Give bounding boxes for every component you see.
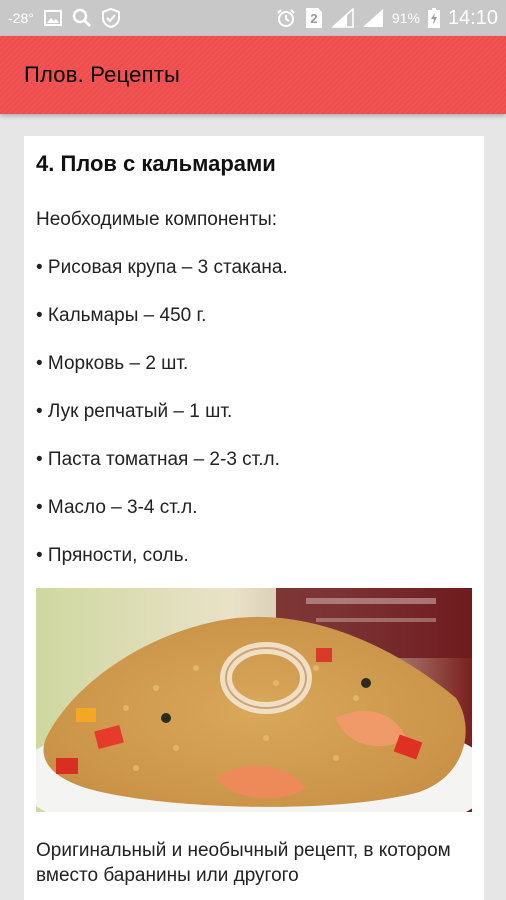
battery-charging-icon [427,8,440,28]
recipe-card[interactable]: 4. Плов с кальмарами Необходимые компоне… [24,136,484,900]
sim-icon: 2 [304,7,324,29]
clock-text: 14:10 [447,6,498,29]
picture-icon [43,9,62,27]
signal-icon [362,8,384,28]
app-bar: Плов. Рецепты [0,36,506,114]
ingredient-item: • Морковь – 2 шт. [36,353,189,374]
ingredient-item: • Пряности, соль. [36,545,189,566]
temperature-text: -28° [8,10,34,26]
battery-percent-text: 91% [391,10,420,26]
status-bar: -28° 2 91% 14:10 [0,0,506,36]
signal-icon [331,8,354,28]
search-icon [72,8,92,28]
shield-icon [101,8,120,28]
app-title: Плов. Рецепты [24,62,180,87]
ingredients-heading: Необходимые компоненты: [36,209,278,230]
ingredient-item: • Лук репчатый – 1 шт. [36,401,233,422]
sim-badge-text: 2 [310,11,317,26]
recipe-description: Оригинальный и необычный рецепт, в котор… [36,840,451,886]
recipe-title: 4. Плов с кальмарами [36,151,276,176]
recipe-photo [36,588,472,812]
alarm-icon [276,8,296,28]
ingredient-item: • Кальмары – 450 г. [36,305,207,326]
ingredient-item: • Паста томатная – 2-3 ст.л. [36,449,280,470]
ingredient-item: • Рисовая крупа – 3 стакана. [36,257,288,278]
ingredient-item: • Масло – 3-4 ст.л. [36,497,198,518]
